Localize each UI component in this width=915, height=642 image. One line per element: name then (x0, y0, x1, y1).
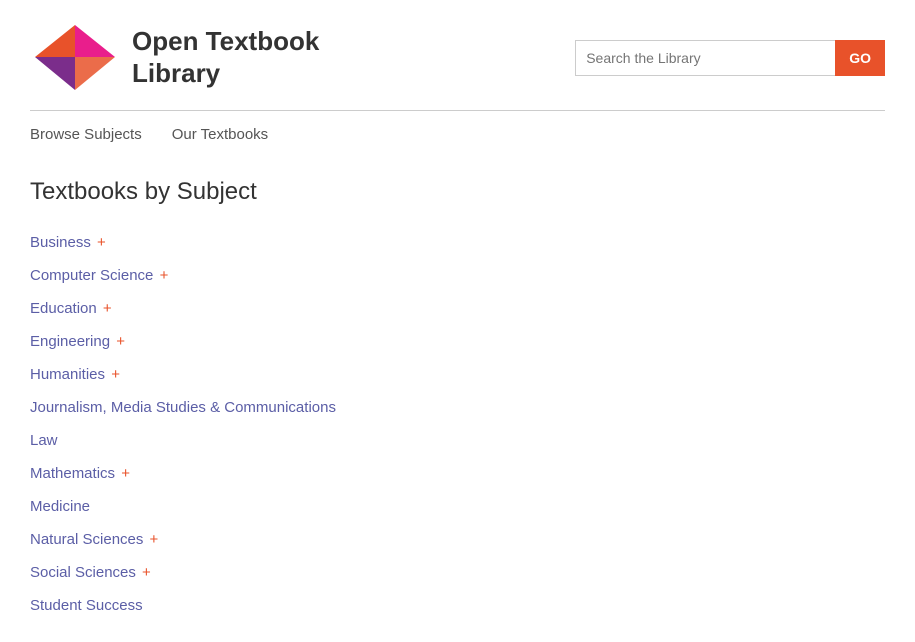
subject-plus-icon: + (107, 366, 120, 383)
subject-link[interactable]: Natural Sciences (30, 531, 143, 548)
nav-our-textbooks[interactable]: Our Textbooks (172, 126, 268, 143)
subject-link[interactable]: Student Success (30, 597, 143, 614)
list-item: Education + (30, 292, 885, 325)
nav-browse-subjects[interactable]: Browse Subjects (30, 126, 142, 143)
subject-link[interactable]: Journalism, Media Studies & Communicatio… (30, 399, 336, 416)
list-item: Student Success (30, 589, 885, 622)
main-nav: Browse Subjects Our Textbooks (0, 111, 915, 158)
subject-link[interactable]: Mathematics (30, 465, 115, 482)
logo-text: Open Textbook Library (132, 26, 319, 88)
subject-plus-icon: + (138, 564, 151, 581)
list-item: Journalism, Media Studies & Communicatio… (30, 391, 885, 424)
header: Open Textbook Library GO (0, 0, 915, 110)
page-title: Textbooks by Subject (30, 178, 885, 206)
search-area: GO (575, 40, 885, 76)
subject-link[interactable]: Humanities (30, 366, 105, 383)
main-content: Textbooks by Subject Business +Computer … (0, 158, 915, 642)
list-item: Computer Science + (30, 259, 885, 292)
subject-plus-icon: + (112, 333, 125, 350)
subject-link[interactable]: Law (30, 432, 58, 449)
subject-plus-icon: + (99, 300, 112, 317)
subject-list: Business +Computer Science +Education +E… (30, 226, 885, 622)
list-item: Law (30, 424, 885, 457)
logo-text-line1: Open Textbook (132, 26, 319, 56)
list-item: Medicine (30, 490, 885, 523)
subject-link[interactable]: Medicine (30, 498, 90, 515)
list-item: Mathematics + (30, 457, 885, 490)
list-item: Natural Sciences + (30, 523, 885, 556)
search-button[interactable]: GO (835, 40, 885, 76)
list-item: Social Sciences + (30, 556, 885, 589)
logo-icon (30, 20, 120, 95)
subject-link[interactable]: Business (30, 234, 91, 251)
subject-plus-icon: + (117, 465, 130, 482)
list-item: Business + (30, 226, 885, 259)
search-input[interactable] (575, 40, 835, 76)
subject-link[interactable]: Engineering (30, 333, 110, 350)
subject-link[interactable]: Education (30, 300, 97, 317)
list-item: Engineering + (30, 325, 885, 358)
list-item: Humanities + (30, 358, 885, 391)
logo-area: Open Textbook Library (30, 20, 319, 95)
subject-plus-icon: + (155, 267, 168, 284)
subject-link[interactable]: Social Sciences (30, 564, 136, 581)
subject-plus-icon: + (145, 531, 158, 548)
logo-text-line2: Library (132, 58, 220, 88)
subject-link[interactable]: Computer Science (30, 267, 153, 284)
subject-plus-icon: + (93, 234, 106, 251)
